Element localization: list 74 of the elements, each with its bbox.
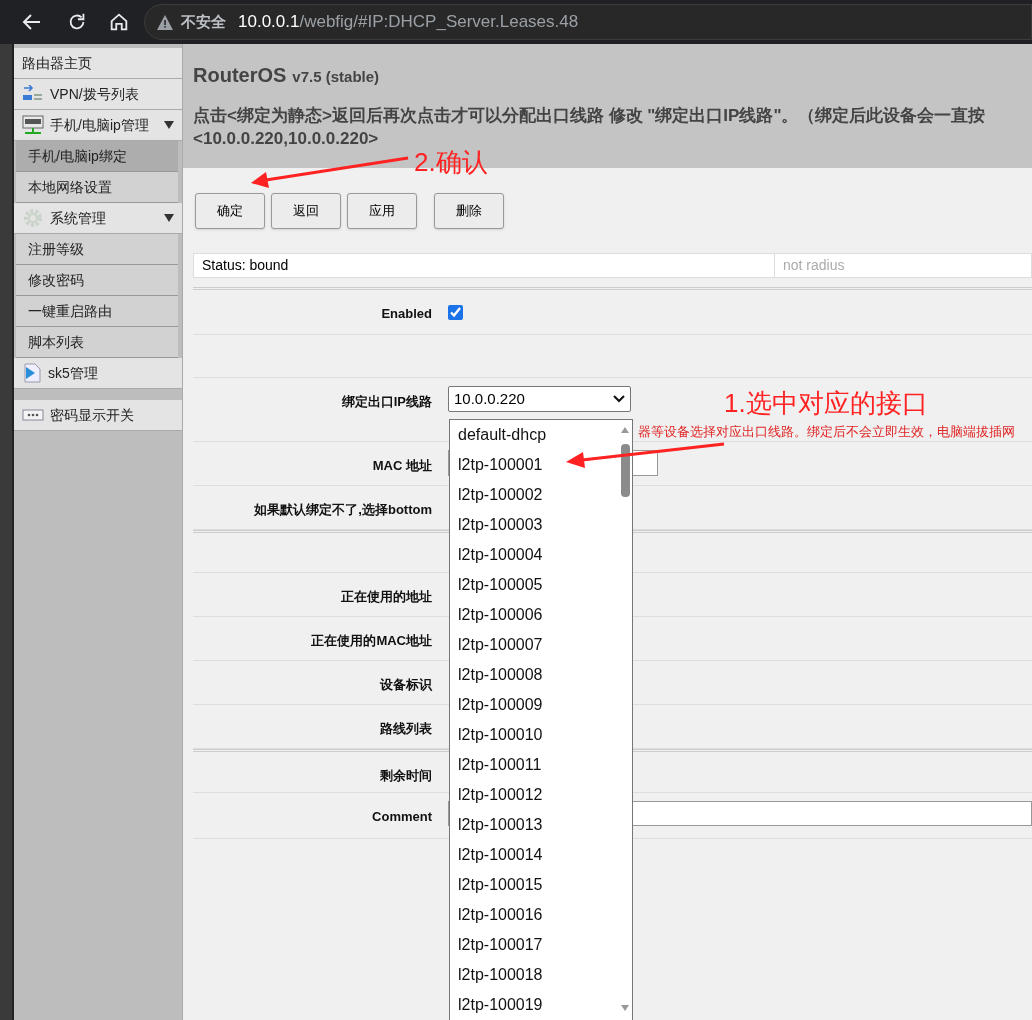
- field-label: 剩余时间: [380, 767, 432, 785]
- dropdown-option[interactable]: l2tp-100011: [450, 750, 618, 780]
- action-button[interactable]: 应用: [347, 193, 417, 229]
- monitor-icon: [22, 115, 44, 135]
- sidebar-item[interactable]: VPN/拨号列表: [14, 79, 182, 110]
- url-text: 10.0.0.1/webfig/#IP:DHCP_Server.Leases.48: [238, 11, 579, 34]
- field-label: Enabled: [381, 305, 432, 323]
- field-label: 正在使用的地址: [341, 588, 432, 606]
- field-label: 正在使用的MAC地址: [311, 632, 432, 650]
- sidebar-subitem[interactable]: 注册等级: [16, 234, 178, 265]
- dropdown-option[interactable]: l2tp-100016: [450, 900, 618, 930]
- sidebar-item[interactable]: 系统管理: [14, 203, 182, 234]
- dropdown-option[interactable]: l2tp-100003: [450, 510, 618, 540]
- dropdown-option[interactable]: l2tp-100001: [450, 450, 618, 480]
- dropdown-option[interactable]: l2tp-100007: [450, 630, 618, 660]
- dropdown-option[interactable]: l2tp-100008: [450, 660, 618, 690]
- field-label: 设备标识: [380, 676, 432, 694]
- dropdown-option[interactable]: default-dhcp: [450, 420, 618, 450]
- field-label: 绑定出口IP线路: [341, 393, 432, 411]
- dropdown-option[interactable]: l2tp-100019: [450, 990, 618, 1020]
- field-label: 路线列表: [380, 720, 432, 738]
- hint-text: 器等设备选择对应出口线路。绑定后不会立即生效，电脑端拔插网: [638, 422, 1015, 441]
- scroll-down-icon[interactable]: [621, 1005, 629, 1011]
- gear-icon: [22, 208, 44, 228]
- status-text: Status: bound: [194, 254, 775, 277]
- sidebar-subitem[interactable]: 修改密码: [16, 265, 178, 296]
- home-icon[interactable]: [108, 11, 130, 33]
- field-label: 如果默认绑定不了,选择bottom: [254, 501, 432, 519]
- chevron-icon: [613, 394, 625, 403]
- network-icon: [22, 85, 44, 103]
- scroll-thumb[interactable]: [621, 444, 630, 497]
- app-title: RouterOS: [193, 63, 287, 88]
- sidebar-item[interactable]: sk5管理: [14, 358, 182, 389]
- address-bar[interactable]: 不安全 10.0.0.1/webfig/#IP:DHCP_Server.Leases.48: [144, 4, 1032, 40]
- dropdown-option[interactable]: l2tp-100004: [450, 540, 618, 570]
- annotation-text: 2.确认: [414, 149, 488, 175]
- radius-text: not radius: [782, 256, 845, 275]
- dropdown-option[interactable]: l2tp-100012: [450, 780, 618, 810]
- security-label: 不安全: [181, 11, 226, 32]
- dropdown-option[interactable]: l2tp-100009: [450, 690, 618, 720]
- field-label: MAC 地址: [372, 457, 432, 475]
- sidebar-subitem[interactable]: 本地网络设置: [16, 172, 178, 203]
- sidebar-subitem[interactable]: 手机/电脑ip绑定: [16, 141, 178, 172]
- dropdown-option[interactable]: l2tp-100002: [450, 480, 618, 510]
- warning-icon: [157, 14, 173, 30]
- annotation-text: 1.选中对应的接口: [724, 390, 928, 416]
- sidebar-subitem[interactable]: 一键重启路由: [16, 296, 178, 327]
- notice-text: 点击<绑定为静态>返回后再次点击才可以分配出口线路 修改 "绑定出口IP线路"。（绑定后此设备会一直按: [193, 105, 987, 127]
- scroll-up-icon[interactable]: [621, 427, 629, 433]
- password-dots-icon: [22, 409, 44, 421]
- dropdown-option[interactable]: l2tp-100010: [450, 720, 618, 750]
- dropdown-option[interactable]: l2tp-100013: [450, 810, 618, 840]
- dropdown-option[interactable]: l2tp-100015: [450, 870, 618, 900]
- sidebar-subitem[interactable]: 脚本列表: [16, 327, 178, 358]
- action-button[interactable]: 删除: [434, 193, 504, 229]
- action-button[interactable]: 确定: [195, 193, 265, 229]
- enabled-checkbox[interactable]: [448, 305, 463, 320]
- action-button[interactable]: 返回: [271, 193, 341, 229]
- dropdown-option[interactable]: l2tp-100005: [450, 570, 618, 600]
- field-label: Comment: [372, 808, 432, 826]
- caret-icon[interactable]: [164, 213, 174, 223]
- play-icon: [22, 363, 42, 383]
- select-field[interactable]: 10.0.0.220: [448, 386, 631, 412]
- dropdown-option[interactable]: l2tp-100017: [450, 930, 618, 960]
- dropdown-option[interactable]: l2tp-100014: [450, 840, 618, 870]
- dropdown-option[interactable]: l2tp-100018: [450, 960, 618, 990]
- notice-text: <10.0.0.220,10.0.0.220>: [193, 128, 380, 150]
- dropdown-list[interactable]: [449, 419, 633, 1020]
- caret-icon[interactable]: [164, 120, 174, 130]
- version-label: v7.5 (stable): [292, 67, 380, 87]
- sidebar-item[interactable]: 路由器主页: [14, 48, 182, 79]
- dropdown-option[interactable]: l2tp-100006: [450, 600, 618, 630]
- sidebar-item[interactable]: 密码显示开关: [14, 400, 182, 431]
- sidebar-item[interactable]: 手机/电脑ip管理: [14, 110, 182, 141]
